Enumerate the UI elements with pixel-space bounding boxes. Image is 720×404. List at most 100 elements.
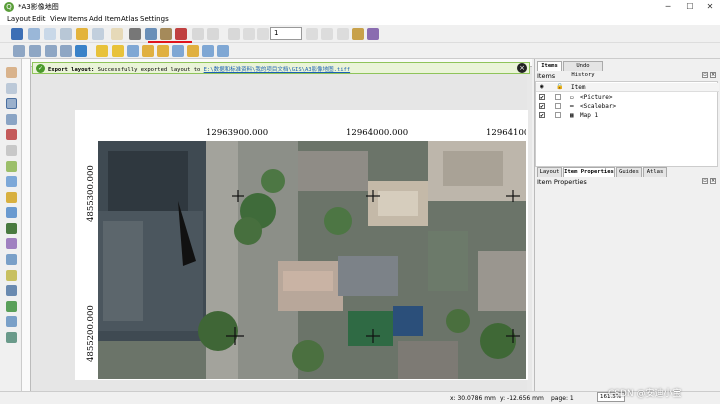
list-item[interactable]: ✔ ▭ <Picture> bbox=[536, 93, 719, 102]
resize-icon[interactable] bbox=[217, 45, 229, 57]
tab-items[interactable]: Items bbox=[537, 61, 562, 71]
redo-icon[interactable] bbox=[207, 28, 219, 40]
open-template-icon[interactable] bbox=[76, 28, 88, 40]
select-move-icon[interactable] bbox=[6, 98, 17, 109]
tab-item-properties[interactable]: Item Properties bbox=[563, 167, 615, 177]
close-button[interactable]: ✕ bbox=[702, 2, 718, 11]
save-template-icon[interactable] bbox=[92, 28, 104, 40]
export-success-message-bar: ✓ Export layout: Successfully exported l… bbox=[32, 62, 530, 74]
edit-nodes-icon[interactable] bbox=[6, 129, 17, 140]
pan-hand-icon[interactable] bbox=[6, 67, 17, 78]
next-feature-icon[interactable] bbox=[306, 28, 318, 40]
tab-atlas[interactable]: Atlas bbox=[643, 167, 667, 177]
tab-layout[interactable]: Layout bbox=[537, 167, 562, 177]
print-icon[interactable] bbox=[129, 28, 141, 40]
atlas-page-spinbox[interactable]: 1 bbox=[270, 27, 302, 40]
undo-icon[interactable] bbox=[192, 28, 204, 40]
menu-atlas[interactable]: Atlas bbox=[121, 15, 138, 23]
first-feature-icon[interactable] bbox=[243, 28, 255, 40]
menu-edit[interactable]: Edit bbox=[32, 15, 46, 23]
visibility-checkbox[interactable]: ✔ bbox=[539, 94, 545, 101]
item-tools-toolbar bbox=[0, 59, 22, 391]
export-image-icon[interactable] bbox=[145, 28, 157, 40]
map-item-icon: ▦ bbox=[570, 112, 574, 119]
item-column-header: Item bbox=[571, 84, 586, 91]
add-node-item-icon[interactable] bbox=[6, 285, 17, 296]
visibility-checkbox[interactable]: ✔ bbox=[539, 103, 545, 110]
vertical-ruler[interactable] bbox=[22, 59, 31, 391]
duplicate-layout-icon[interactable] bbox=[44, 28, 56, 40]
unlock-items-icon[interactable] bbox=[112, 45, 124, 57]
move-content-icon[interactable] bbox=[6, 114, 17, 125]
add-map-icon[interactable] bbox=[6, 145, 17, 156]
menu-bar: Layout Edit View Items Add Item Atlas Se… bbox=[0, 14, 720, 25]
lower-items-icon[interactable] bbox=[172, 45, 184, 57]
zoom-in-icon[interactable] bbox=[13, 45, 25, 57]
add-picture-icon[interactable] bbox=[6, 176, 17, 187]
map-item[interactable] bbox=[98, 141, 526, 379]
previous-feature-icon[interactable] bbox=[257, 28, 269, 40]
lock-checkbox[interactable] bbox=[555, 112, 561, 118]
menu-layout[interactable]: Layout bbox=[7, 15, 31, 23]
align-left-icon[interactable] bbox=[187, 45, 199, 57]
add-arrow-icon[interactable] bbox=[6, 270, 17, 281]
picture-item-icon: ▭ bbox=[570, 94, 574, 101]
item-label: <Picture> bbox=[580, 94, 613, 101]
close-message-icon[interactable]: × bbox=[517, 63, 527, 73]
minimize-button[interactable]: ─ bbox=[660, 2, 676, 11]
save-icon[interactable] bbox=[11, 28, 23, 40]
lock-checkbox[interactable] bbox=[555, 103, 561, 109]
item-label: Map 1 bbox=[580, 112, 599, 119]
menu-view[interactable]: View bbox=[50, 15, 67, 23]
float-panel-icon[interactable]: ▫ bbox=[702, 178, 708, 184]
raise-items-icon[interactable] bbox=[157, 45, 169, 57]
distribute-icon[interactable] bbox=[202, 45, 214, 57]
zoom-tool-icon[interactable] bbox=[6, 83, 17, 94]
atlas-preview-icon[interactable] bbox=[228, 28, 240, 40]
add-scalebar-icon[interactable] bbox=[6, 223, 17, 234]
export-pdf-icon[interactable] bbox=[175, 28, 187, 40]
print-atlas-icon[interactable] bbox=[337, 28, 349, 40]
add-marker-icon[interactable] bbox=[6, 254, 17, 265]
refresh-icon[interactable] bbox=[75, 45, 87, 57]
tab-undo-history[interactable]: Undo History bbox=[563, 61, 603, 78]
item-label: <Scalebar> bbox=[580, 103, 617, 110]
layout-manager-icon[interactable] bbox=[60, 28, 72, 40]
close-panel-icon[interactable]: × bbox=[710, 178, 716, 184]
add-3d-map-icon[interactable] bbox=[6, 161, 17, 172]
menu-settings[interactable]: Settings bbox=[140, 15, 169, 23]
ungroup-items-icon[interactable] bbox=[142, 45, 154, 57]
qgis-logo-icon: Q bbox=[4, 2, 14, 12]
export-atlas-icon[interactable] bbox=[352, 28, 364, 40]
maximize-button[interactable]: ☐ bbox=[682, 2, 698, 11]
menu-items[interactable]: Items bbox=[68, 15, 88, 23]
list-item[interactable]: ✔ ▦ Map 1 bbox=[536, 111, 719, 120]
list-item[interactable]: ✔ ═ <Scalebar> bbox=[536, 102, 719, 111]
group-items-icon[interactable] bbox=[127, 45, 139, 57]
lock-items-icon[interactable] bbox=[96, 45, 108, 57]
new-page-icon[interactable] bbox=[111, 28, 123, 40]
add-legend-icon[interactable] bbox=[6, 207, 17, 218]
new-layout-icon[interactable] bbox=[28, 28, 40, 40]
atlas-settings-icon[interactable] bbox=[367, 28, 379, 40]
close-panel-icon[interactable]: × bbox=[710, 72, 716, 78]
add-label-icon[interactable] bbox=[6, 192, 17, 203]
add-shape-icon[interactable] bbox=[6, 238, 17, 249]
export-svg-icon[interactable] bbox=[160, 28, 172, 40]
zoom-full-icon[interactable] bbox=[60, 45, 72, 57]
add-html-icon[interactable] bbox=[6, 301, 17, 312]
zoom-out-icon[interactable] bbox=[29, 45, 41, 57]
last-feature-icon[interactable] bbox=[321, 28, 333, 40]
main-toolbar bbox=[0, 25, 720, 43]
menu-add-item[interactable]: Add Item bbox=[89, 15, 121, 23]
lock-header-icon: 🔒 bbox=[556, 83, 564, 90]
add-attribute-table-icon[interactable] bbox=[6, 316, 17, 327]
tab-guides[interactable]: Guides bbox=[616, 167, 642, 177]
lock-checkbox[interactable] bbox=[555, 94, 561, 100]
visibility-checkbox[interactable]: ✔ bbox=[539, 112, 545, 119]
export-path-link[interactable]: E:\数据和标准资料\我的项目文档\GIS\A3影像地图.tiff bbox=[204, 67, 350, 73]
add-fixed-table-icon[interactable] bbox=[6, 332, 17, 343]
float-panel-icon[interactable]: ▫ bbox=[702, 72, 708, 78]
zoom-actual-icon[interactable] bbox=[45, 45, 57, 57]
message-text: Successfully exported layout to bbox=[97, 67, 201, 73]
